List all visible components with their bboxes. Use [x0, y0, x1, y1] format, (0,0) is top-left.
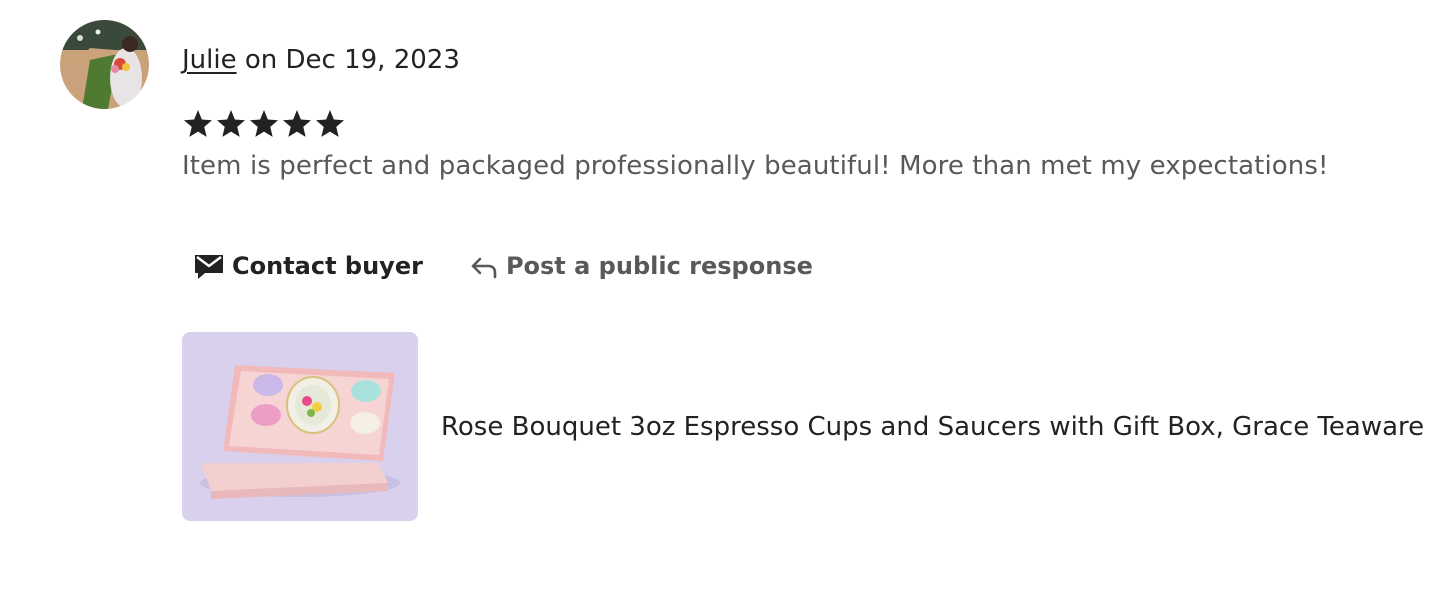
listing-thumbnail[interactable]	[182, 332, 418, 521]
contact-buyer-label: Contact buyer	[232, 252, 423, 280]
listing-link[interactable]: Rose Bouquet 3oz Espresso Cups and Sauce…	[182, 332, 1424, 521]
star-icon	[316, 110, 344, 137]
star-icon	[250, 110, 278, 137]
post-public-response-label: Post a public response	[505, 252, 813, 280]
star-icon	[217, 110, 245, 137]
star-icon	[283, 110, 311, 137]
listing-title[interactable]: Rose Bouquet 3oz Espresso Cups and Sauce…	[441, 410, 1424, 444]
product-image	[183, 333, 417, 520]
review-actions: Contact buyer Post a public response	[182, 240, 825, 292]
review-meta: Julie on Dec 19, 2023	[182, 43, 460, 77]
reviewer-avatar[interactable]	[60, 20, 149, 109]
review-card: Julie on Dec 19, 2023 Item is perfect an…	[0, 0, 1445, 591]
review-text: Item is perfect and packaged professiona…	[182, 151, 1329, 181]
reviewer-name-link[interactable]: Julie	[182, 45, 237, 75]
envelope-icon	[194, 252, 224, 280]
review-date: on Dec 19, 2023	[236, 45, 460, 75]
star-icon	[184, 110, 212, 137]
post-public-response-button[interactable]: Post a public response	[458, 240, 825, 292]
star-rating	[182, 106, 346, 144]
contact-buyer-button[interactable]: Contact buyer	[182, 240, 435, 292]
reply-arrow-icon	[470, 253, 498, 279]
avatar-photo	[60, 20, 149, 109]
